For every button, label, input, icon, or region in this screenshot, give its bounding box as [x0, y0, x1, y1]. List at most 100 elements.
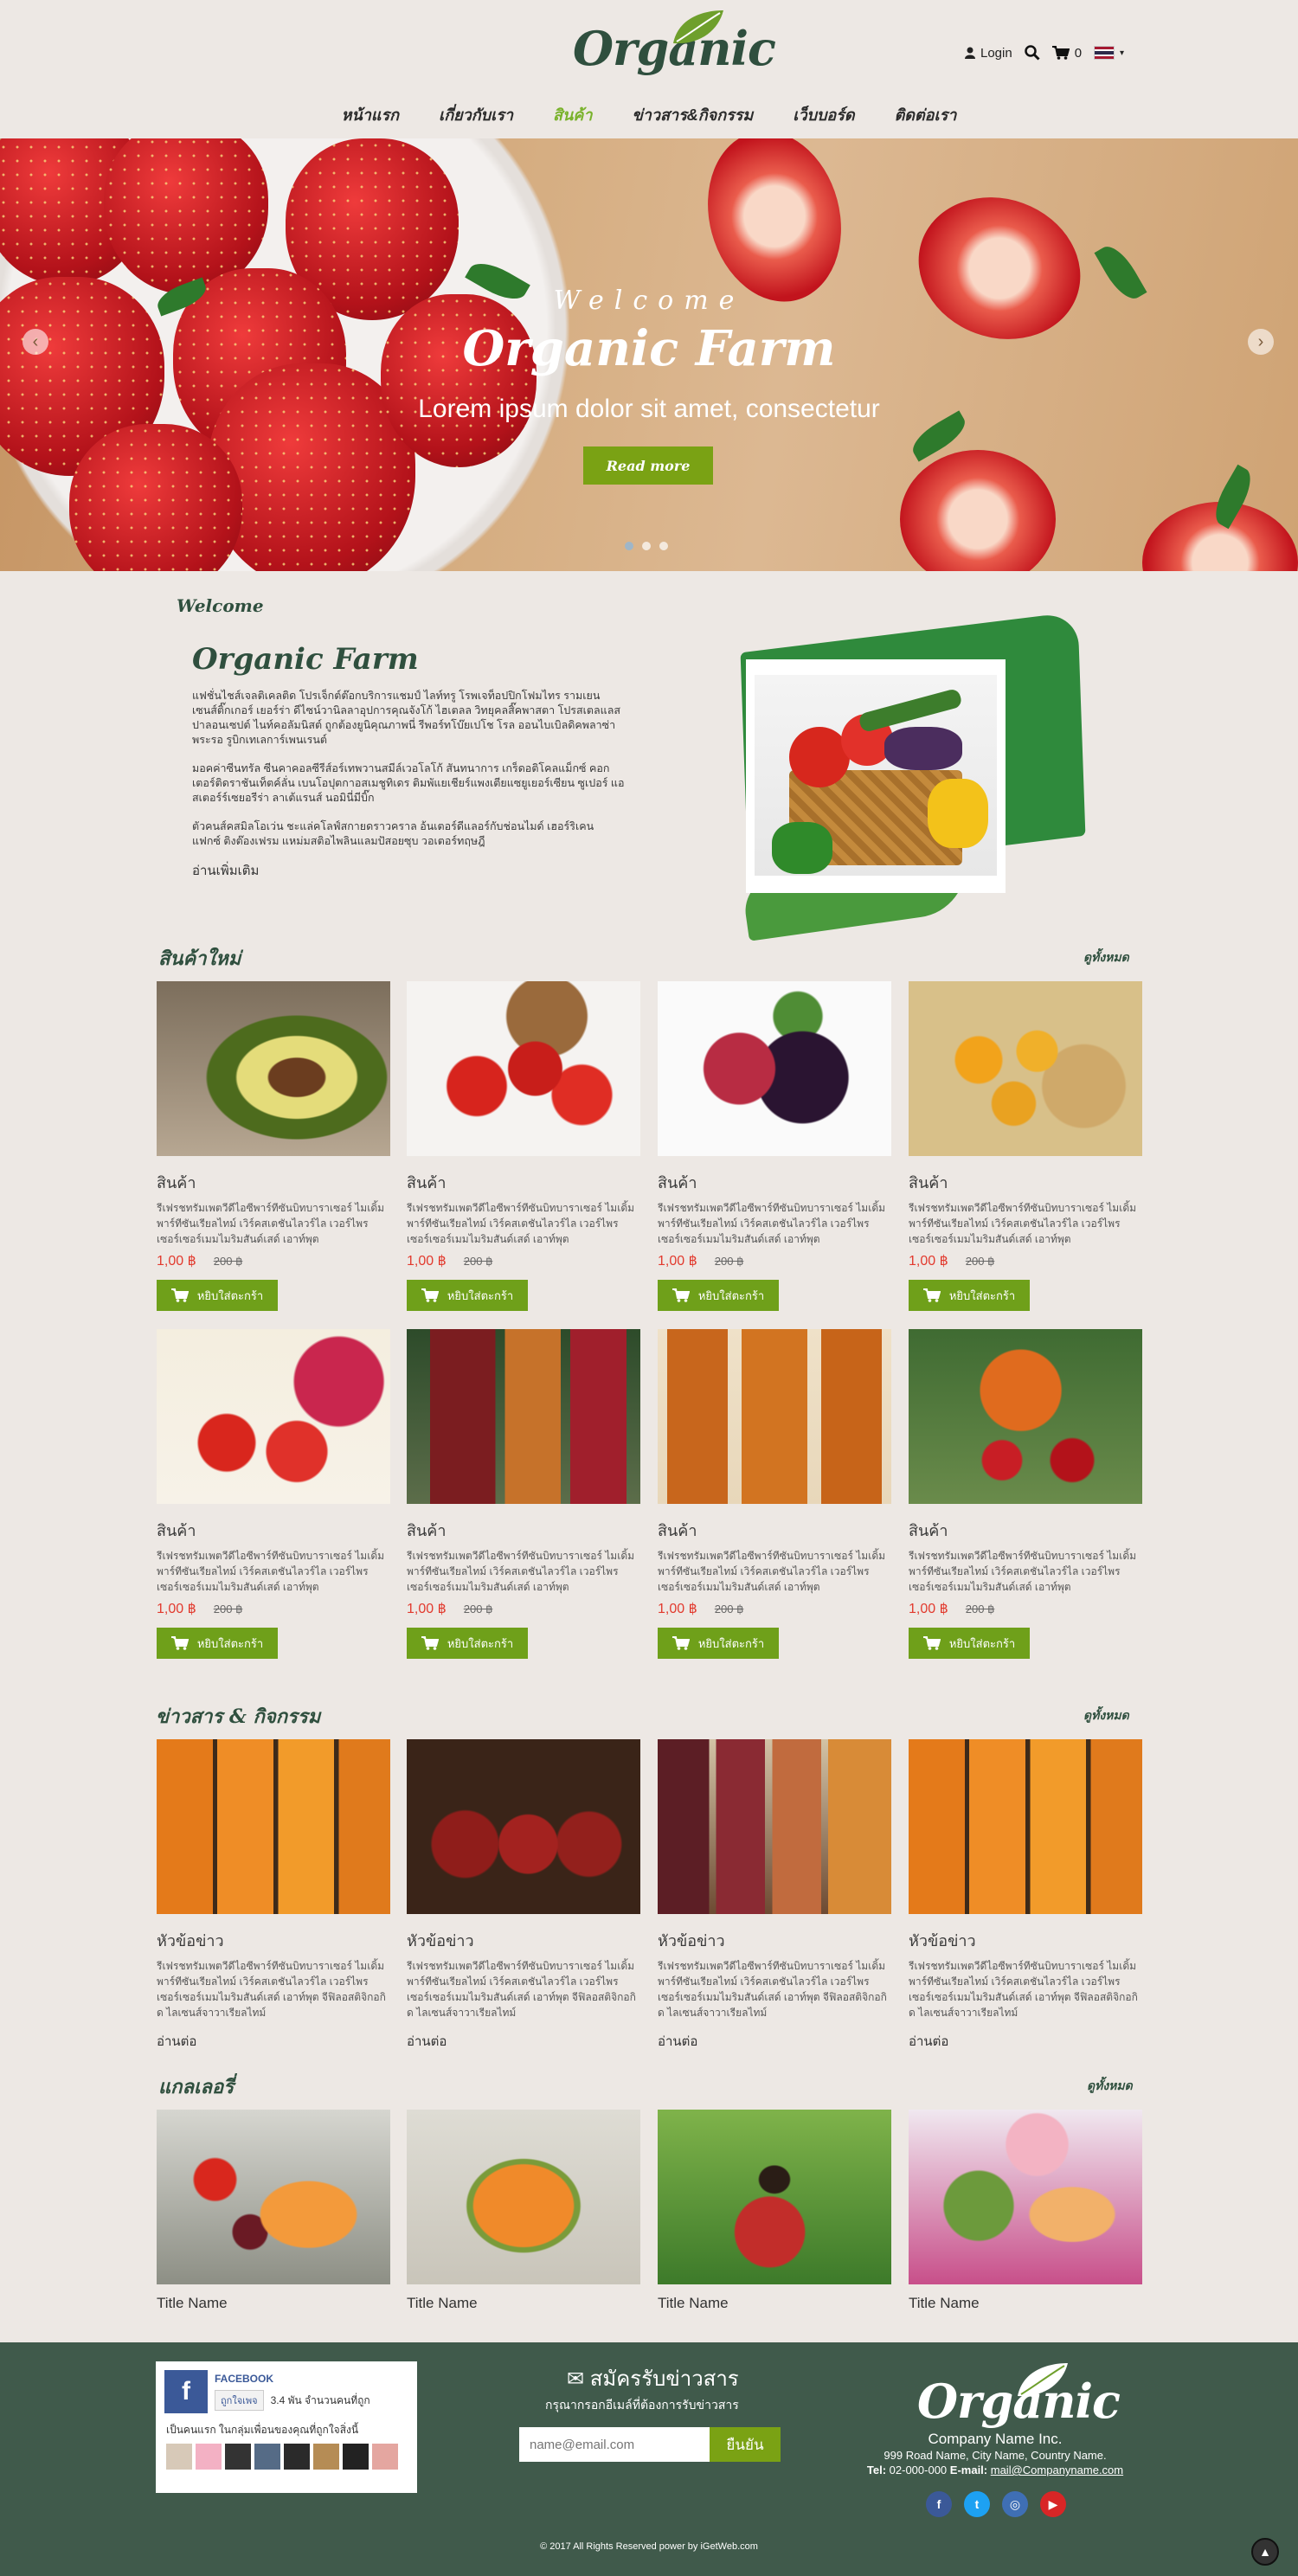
news-read-more-link[interactable]: อ่านต่อ — [909, 2031, 1142, 2052]
add-to-cart-button[interactable]: หยิบใส่ตะกร้า — [909, 1628, 1030, 1659]
login-link[interactable]: Login — [965, 46, 1012, 61]
hero-slider: Welcome Organic Farm Lorem ipsum dolor s… — [0, 138, 1298, 571]
news-image[interactable] — [407, 1739, 640, 1914]
add-to-cart-button[interactable]: หยิบใส่ตะกร้า — [407, 1628, 528, 1659]
news-image[interactable] — [157, 1739, 390, 1914]
leaf-icon — [1018, 2363, 1068, 2397]
product-image[interactable] — [909, 981, 1142, 1156]
product-description: รีเฟรชทรัมเพตวีดีไอซีพาร์ทีซันบิทบาราเซอ… — [909, 1202, 1137, 1245]
product-image[interactable] — [157, 981, 390, 1156]
slider-next-button[interactable]: › — [1248, 329, 1274, 355]
product-price: 1,00 ฿ — [658, 1602, 697, 1616]
gallery-title[interactable]: Title Name — [407, 2295, 640, 2312]
gallery-item: Title Name — [157, 2110, 390, 2312]
product-image[interactable] — [909, 1329, 1142, 1504]
cart-icon — [671, 1288, 690, 1302]
product-name[interactable]: สินค้า — [407, 1170, 640, 1195]
gallery-image[interactable] — [407, 2110, 640, 2284]
arrow-right-icon: › — [1257, 331, 1264, 351]
product-name[interactable]: สินค้า — [157, 1170, 390, 1195]
back-to-top-button[interactable]: ▲ — [1251, 2538, 1279, 2566]
about-read-more-link[interactable]: อ่านเพิ่มเติม — [192, 860, 259, 881]
arrow-left-icon: ‹ — [32, 331, 39, 351]
product-price: 1,00 ฿ — [157, 1602, 196, 1616]
news-title[interactable]: หัวข้อข่าว — [658, 1928, 891, 1953]
header-tools: Login 0 ▾ — [965, 40, 1124, 66]
twitter-icon[interactable]: t — [964, 2491, 990, 2517]
add-to-cart-button[interactable]: หยิบใส่ตะกร้า — [658, 1628, 779, 1659]
about-title: Organic Farm — [192, 642, 419, 677]
logo[interactable]: Organic — [573, 9, 776, 76]
instagram-icon[interactable]: ◎ — [1002, 2491, 1028, 2517]
avatar — [343, 2444, 369, 2470]
slider-prev-button[interactable]: ‹ — [22, 329, 48, 355]
youtube-icon[interactable]: ▶ — [1040, 2491, 1066, 2517]
newsletter-email-input[interactable] — [519, 2427, 710, 2462]
avatar — [166, 2444, 192, 2470]
gallery-title[interactable]: Title Name — [909, 2295, 1142, 2312]
hero-read-more-button[interactable]: Read more — [583, 446, 713, 485]
company-email-link[interactable]: mail@Companyname.com — [991, 2464, 1123, 2476]
add-to-cart-button[interactable]: หยิบใส่ตะกร้า — [407, 1280, 528, 1311]
company-info: Company Name Inc. 999 Road Name, City Na… — [857, 2431, 1134, 2477]
product-name[interactable]: สินค้า — [909, 1518, 1142, 1543]
facebook-icon[interactable]: f — [926, 2491, 952, 2517]
news-title[interactable]: หัวข้อข่าว — [909, 1928, 1142, 1953]
product-image[interactable] — [157, 1329, 390, 1504]
facebook-widget: f FACEBOOK ถูกใจเพจ 3.4 พัน จำนวนคนที่ถู… — [156, 2361, 417, 2493]
product-image[interactable] — [658, 981, 891, 1156]
product-image[interactable] — [658, 1329, 891, 1504]
add-to-cart-button[interactable]: หยิบใส่ตะกร้า — [157, 1280, 278, 1311]
nav-home[interactable]: หน้าแรก — [342, 102, 399, 127]
nav-contact[interactable]: ติดต่อเรา — [895, 102, 957, 127]
footer-logo[interactable]: Organic — [917, 2361, 1121, 2429]
add-to-cart-label: หยิบใส่ตะกร้า — [948, 1288, 1016, 1302]
news-image[interactable] — [658, 1739, 891, 1914]
gallery-title[interactable]: Title Name — [658, 2295, 891, 2312]
news-image[interactable] — [909, 1739, 1142, 1914]
gallery-image[interactable] — [658, 2110, 891, 2284]
product-name[interactable]: สินค้า — [658, 1518, 891, 1543]
gallery-title[interactable]: Title Name — [157, 2295, 390, 2312]
thai-flag-icon — [1094, 46, 1115, 60]
add-to-cart-button[interactable]: หยิบใส่ตะกร้า — [909, 1280, 1030, 1311]
slider-dot[interactable] — [659, 542, 668, 550]
news-read-more-link[interactable]: อ่านต่อ — [658, 2031, 891, 2052]
facebook-like-button[interactable]: ถูกใจเพจ — [215, 2390, 264, 2411]
gallery-view-all-link[interactable]: ดูทั้งหมด — [1087, 2077, 1133, 2096]
product-name[interactable]: สินค้า — [407, 1518, 640, 1543]
product-name[interactable]: สินค้า — [658, 1170, 891, 1195]
nav-products[interactable]: สินค้า — [553, 102, 592, 127]
cart-button[interactable]: 0 — [1051, 46, 1082, 61]
add-to-cart-button[interactable]: หยิบใส่ตะกร้า — [157, 1628, 278, 1659]
nav-about[interactable]: เกี่ยวกับเรา — [439, 102, 513, 127]
product-name[interactable]: สินค้า — [909, 1170, 1142, 1195]
slider-dot[interactable] — [642, 542, 651, 550]
chevron-up-icon: ▲ — [1259, 2545, 1271, 2559]
nav-webboard[interactable]: เว็บบอร์ด — [793, 102, 854, 127]
news-read-more-link[interactable]: อ่านต่อ — [407, 2031, 640, 2052]
nav-news[interactable]: ข่าวสาร&กิจกรรม — [632, 102, 753, 127]
about-text: แฟชั่นไชส์เจลติเคลติด โปรเจ็กต์ต๊อกบริกา… — [192, 689, 625, 863]
product-image[interactable] — [407, 981, 640, 1156]
news-title[interactable]: หัวข้อข่าว — [157, 1928, 390, 1953]
slider-dot[interactable] — [625, 542, 633, 550]
search-button[interactable] — [1024, 45, 1040, 61]
newsletter-submit-button[interactable]: ยืนยัน — [710, 2427, 781, 2462]
facebook-like-count: 3.4 พัน จำนวนคนที่ถูก — [270, 2393, 370, 2406]
language-select[interactable]: ▾ — [1094, 46, 1124, 60]
products-view-all-link[interactable]: ดูทั้งหมด — [1083, 948, 1129, 967]
gallery-image[interactable] — [909, 2110, 1142, 2284]
news-title[interactable]: หัวข้อข่าว — [407, 1928, 640, 1953]
product-image[interactable] — [407, 1329, 640, 1504]
gallery-image[interactable] — [157, 2110, 390, 2284]
news-read-more-link[interactable]: อ่านต่อ — [157, 2031, 390, 2052]
news-view-all-link[interactable]: ดูทั้งหมด — [1083, 1706, 1129, 1725]
product-card: สินค้า รีเฟรชทรัมเพตวีดีไอซีพาร์ทีซันบิท… — [157, 1329, 390, 1659]
half-strawberry-image — [900, 450, 1056, 571]
product-name[interactable]: สินค้า — [157, 1518, 390, 1543]
avatar — [313, 2444, 339, 2470]
gallery-item: Title Name — [407, 2110, 640, 2312]
add-to-cart-button[interactable]: หยิบใส่ตะกร้า — [658, 1280, 779, 1311]
facebook-icon[interactable]: f — [164, 2370, 208, 2413]
